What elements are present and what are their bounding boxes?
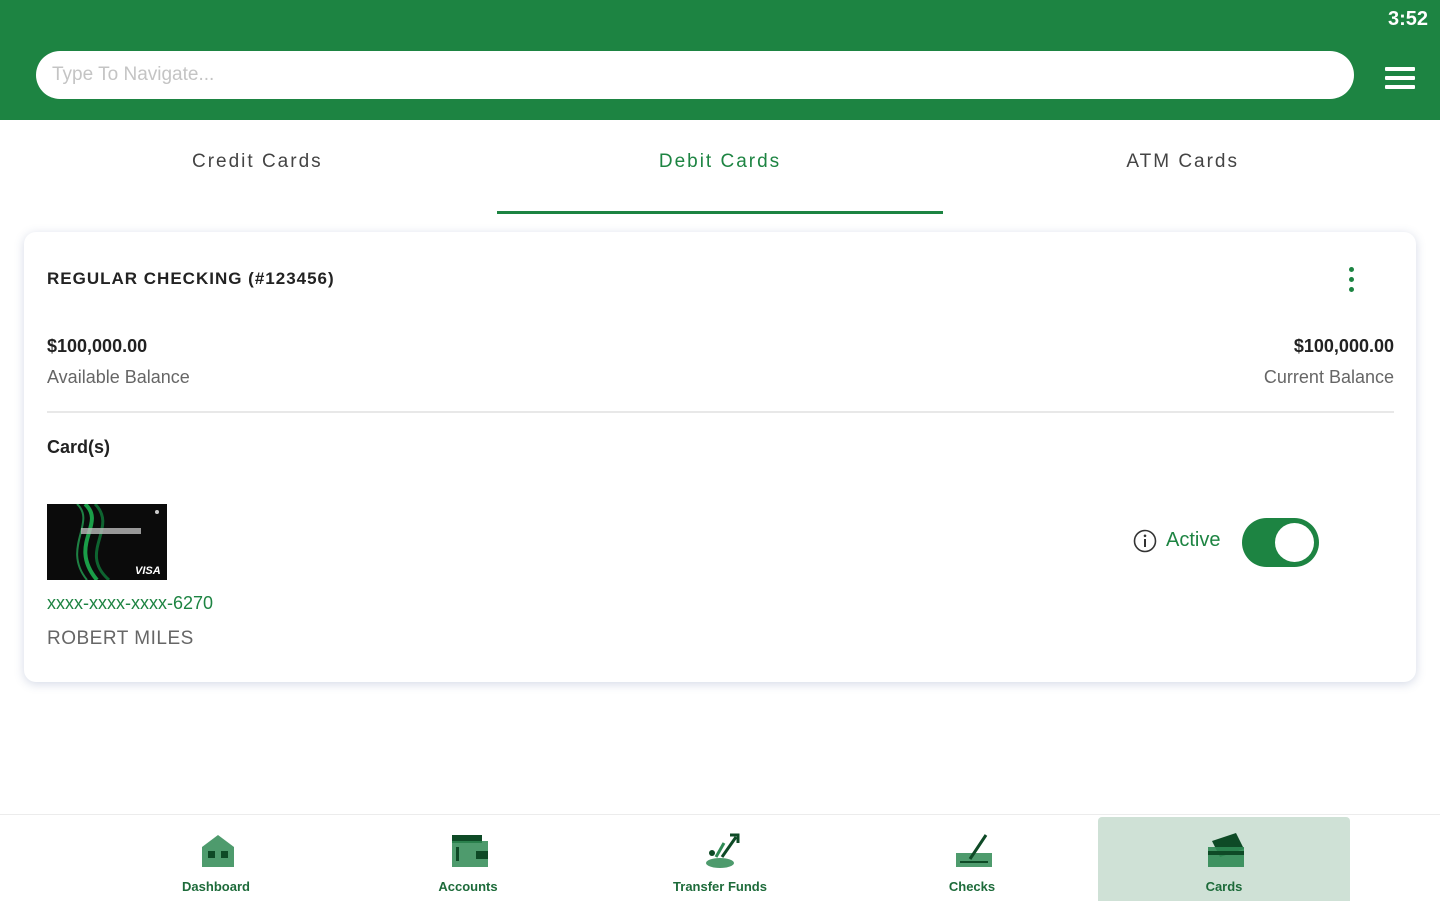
tab-credit-cards[interactable]: Credit Cards bbox=[26, 120, 489, 216]
card-active-toggle[interactable] bbox=[1242, 518, 1319, 567]
card-number-link[interactable]: xxxx-xxxx-xxxx-6270 bbox=[47, 593, 213, 614]
card-type-tabs: Credit Cards Debit Cards ATM Cards bbox=[26, 120, 1414, 216]
account-card-panel: REGULAR CHECKING (#123456) $100,000.00 A… bbox=[24, 232, 1416, 682]
navigation-search-input[interactable] bbox=[36, 51, 1354, 99]
nav-transfer-funds[interactable]: Transfer Funds bbox=[594, 817, 846, 901]
card-owner-name: ROBERT MILES bbox=[47, 628, 194, 649]
bottom-navigation: Dashboard Accounts Transfer Funds Checks bbox=[0, 814, 1440, 901]
divider bbox=[47, 411, 1394, 413]
available-balance-amount: $100,000.00 bbox=[47, 336, 148, 356]
accounts-wallet-icon bbox=[452, 835, 488, 867]
status-bar-time: 3:52 bbox=[1387, 8, 1428, 30]
nav-transfer-funds-label: Transfer Funds bbox=[673, 879, 767, 894]
app-header: 3:52 bbox=[0, 0, 1440, 120]
nav-accounts-label: Accounts bbox=[438, 879, 498, 894]
nav-checks-label: Checks bbox=[948, 879, 996, 894]
transfer-funds-icon bbox=[706, 833, 740, 868]
debit-card-image[interactable]: VISA bbox=[47, 504, 167, 580]
account-title: REGULAR CHECKING (#123456) bbox=[47, 269, 335, 288]
hamburger-menu-icon[interactable] bbox=[1382, 64, 1418, 94]
current-balance-amount: $100,000.00 bbox=[1293, 336, 1394, 356]
cards-icon bbox=[1208, 833, 1244, 867]
card-status-label: Active bbox=[1166, 529, 1221, 551]
nav-cards[interactable]: Cards bbox=[1098, 817, 1350, 901]
available-balance-label: Available Balance bbox=[47, 367, 190, 387]
nav-dashboard-label: Dashboard bbox=[182, 879, 250, 894]
tab-debit-cards[interactable]: Debit Cards bbox=[489, 120, 952, 216]
nav-cards-label: Cards bbox=[1205, 879, 1243, 894]
info-icon[interactable] bbox=[1133, 529, 1157, 553]
tab-atm-cards[interactable]: ATM Cards bbox=[951, 120, 1414, 216]
nav-accounts[interactable]: Accounts bbox=[342, 817, 594, 901]
dashboard-house-icon bbox=[202, 835, 234, 867]
checks-pen-icon bbox=[956, 834, 992, 867]
card-brand-text: VISA bbox=[135, 565, 161, 577]
cards-section-label: Card(s) bbox=[47, 437, 111, 457]
current-balance-label: Current Balance bbox=[1263, 367, 1394, 387]
nav-checks[interactable]: Checks bbox=[846, 817, 1098, 901]
nav-dashboard[interactable]: Dashboard bbox=[90, 817, 342, 901]
more-options-icon[interactable] bbox=[1336, 264, 1366, 300]
